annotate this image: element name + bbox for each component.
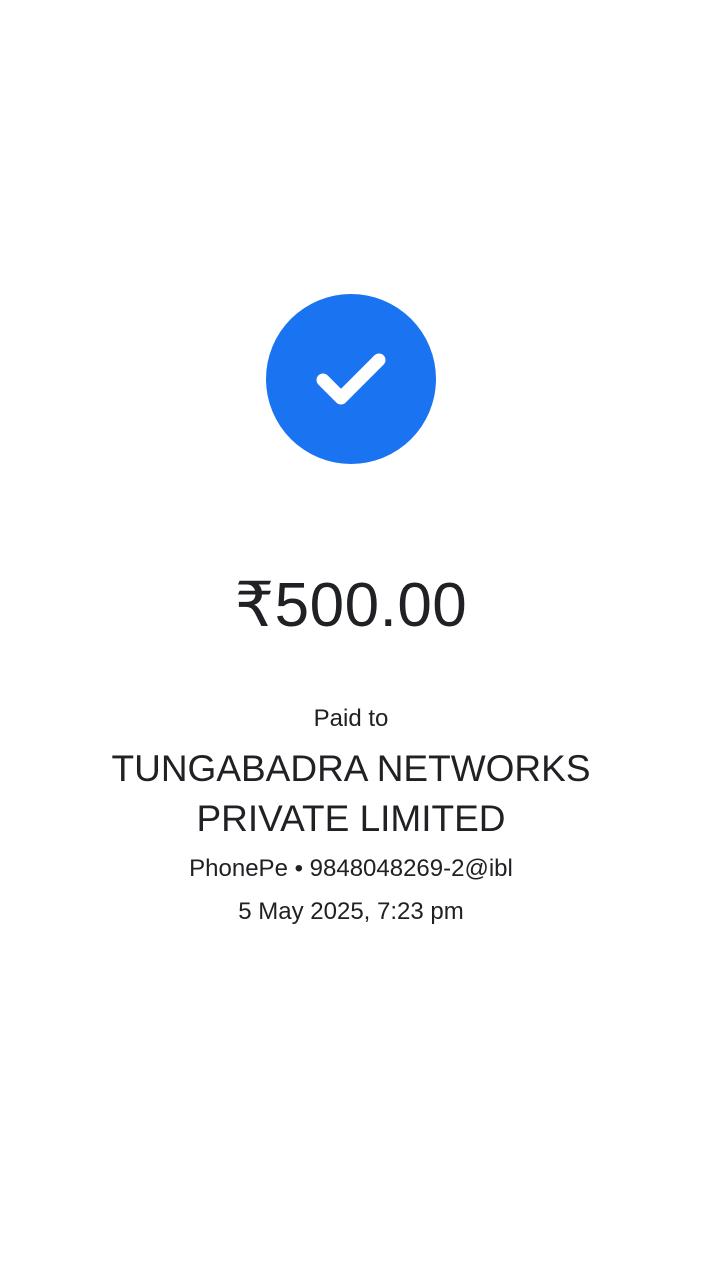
payee-upi-id: PhonePe • 9848048269-2@ibl	[189, 855, 513, 882]
payment-success-screen: ₹500.00 Paid to TUNGABADRA NETWORKS PRIV…	[0, 0, 702, 1280]
paid-to-label: Paid to	[313, 705, 389, 732]
payment-amount: ₹500.00	[234, 571, 468, 640]
check-icon	[316, 353, 386, 405]
payee-name: TUNGABADRA NETWORKS PRIVATE LIMITED	[111, 748, 591, 839]
payment-datetime: 5 May 2025, 7:23 pm	[238, 898, 464, 925]
success-badge	[266, 294, 436, 464]
